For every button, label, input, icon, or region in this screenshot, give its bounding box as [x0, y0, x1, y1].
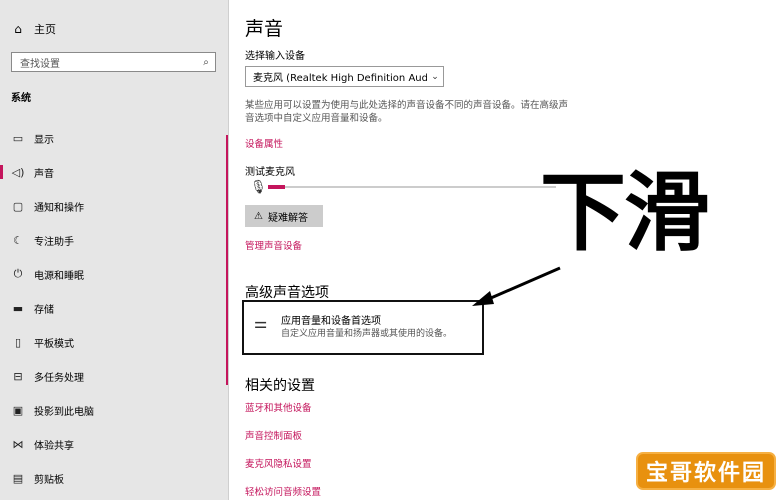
watermark-logo: 宝哥软件园 [636, 452, 776, 490]
annotation-arrow [472, 266, 561, 306]
